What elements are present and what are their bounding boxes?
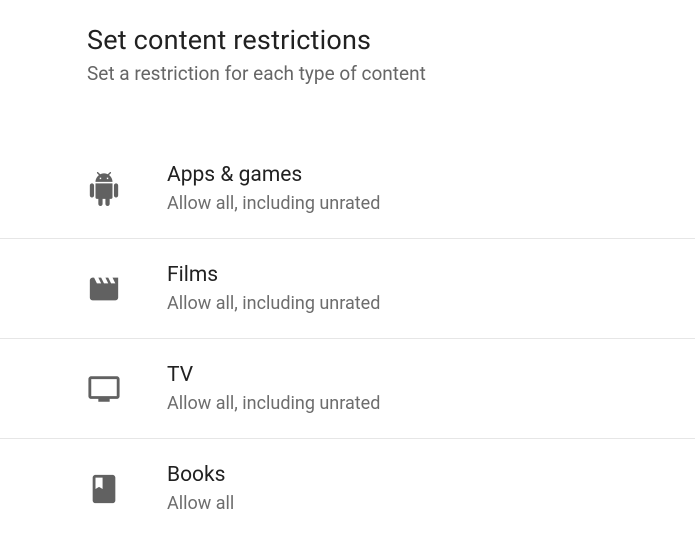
restriction-subtitle: Allow all, including unrated (167, 393, 380, 414)
restriction-subtitle: Allow all, including unrated (167, 193, 380, 214)
restriction-text: TV Allow all, including unrated (167, 363, 380, 414)
restriction-text: Films Allow all, including unrated (167, 263, 380, 314)
restrictions-list: Apps & games Allow all, including unrate… (0, 139, 695, 538)
tv-icon (87, 372, 167, 406)
movie-icon (87, 272, 167, 306)
restriction-text: Books Allow all (167, 463, 234, 514)
restriction-subtitle: Allow all, including unrated (167, 293, 380, 314)
restriction-item-apps[interactable]: Apps & games Allow all, including unrate… (0, 139, 695, 239)
restriction-subtitle: Allow all (167, 493, 234, 514)
android-icon (87, 172, 167, 206)
restriction-title: Apps & games (167, 163, 380, 187)
restriction-item-films[interactable]: Films Allow all, including unrated (0, 239, 695, 339)
book-icon (87, 472, 167, 506)
page-title: Set content restrictions (87, 24, 695, 56)
restriction-item-tv[interactable]: TV Allow all, including unrated (0, 339, 695, 439)
restriction-title: TV (167, 363, 380, 387)
restriction-text: Apps & games Allow all, including unrate… (167, 163, 380, 214)
restriction-item-books[interactable]: Books Allow all (0, 439, 695, 538)
restriction-title: Films (167, 263, 380, 287)
page-header: Set content restrictions Set a restricti… (0, 0, 695, 85)
page-subtitle: Set a restriction for each type of conte… (87, 62, 695, 85)
restriction-title: Books (167, 463, 234, 487)
